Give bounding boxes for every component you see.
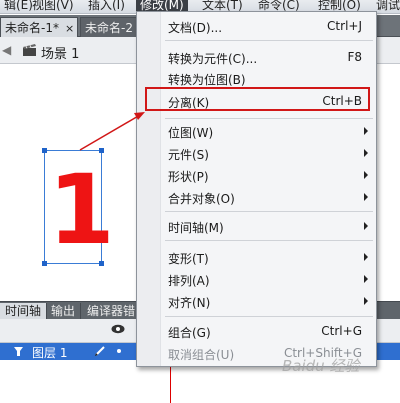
watermark: Baidu 经验 [282, 357, 360, 375]
menu-item-timeline[interactable]: 时间轴(M) [137, 215, 376, 237]
menu-item-label: 排列(A) [168, 274, 210, 288]
menu-item-shortcut: Ctrl+G [321, 324, 362, 338]
layer-icon [14, 347, 23, 356]
menu-item-label: 合并对象(O) [168, 192, 235, 206]
stage-text-object[interactable]: 1 [48, 160, 115, 260]
menu-item-arrange[interactable]: 排列(A) [137, 268, 376, 290]
submenu-arrow-icon [364, 297, 368, 305]
transform-handle[interactable] [42, 148, 47, 153]
menu-item-label: 转换为元件(C)... [168, 52, 258, 66]
menu-item-shortcut: Ctrl+J [327, 19, 362, 33]
menu-item-label: 对齐(N) [168, 296, 211, 310]
menu-separator [165, 240, 373, 241]
submenu-arrow-icon [364, 222, 368, 230]
menu-item-label: 取消组合(U) [168, 348, 235, 362]
modify-menu-dropdown: 文档(D)... Ctrl+J 转换为元件(C)... F8 转换为位图(B) … [136, 11, 377, 367]
menu-item-label: 组合(G) [168, 326, 211, 340]
close-icon[interactable]: × [65, 22, 74, 35]
menu-item-label: 转换为位图(B) [168, 73, 246, 87]
doc-tab-label: 未命名-2 [85, 21, 133, 35]
tab-output[interactable]: 输出 [46, 303, 82, 320]
submenu-arrow-icon [364, 171, 368, 179]
menu-item-label: 形状(P) [168, 170, 209, 184]
menu-item-align[interactable]: 对齐(N) [137, 290, 376, 312]
submenu-arrow-icon [364, 275, 368, 283]
menu-insert[interactable]: 插入(I) [84, 0, 129, 13]
clapperboard-icon [23, 44, 36, 56]
doc-tab-untitled-2[interactable]: 未命名-2 [80, 17, 140, 37]
menu-item-convert-to-symbol[interactable]: 转换为元件(C)... F8 [137, 46, 376, 68]
menu-item-group[interactable]: 组合(G) Ctrl+G [137, 320, 376, 342]
menu-item-label: 文档(D)... [168, 21, 223, 35]
tab-timeline[interactable]: 时间轴 [0, 303, 48, 320]
menu-separator [165, 211, 373, 212]
highlight-box [145, 87, 370, 111]
menu-item-label: 元件(S) [168, 148, 209, 162]
tab-compiler-errors[interactable]: 编译器错 [82, 303, 142, 320]
menu-item-bitmap[interactable]: 位图(W) [137, 120, 376, 142]
menu-separator [165, 40, 373, 41]
submenu-arrow-icon [364, 193, 368, 201]
menu-view[interactable]: 视图(V) [28, 0, 78, 13]
scene-label[interactable]: 场景 1 [41, 43, 79, 62]
menu-item-label: 时间轴(M) [168, 221, 224, 235]
menu-item-shape[interactable]: 形状(P) [137, 164, 376, 186]
visibility-dot-icon[interactable] [117, 349, 121, 353]
menu-item-convert-to-bitmap[interactable]: 转换为位图(B) [137, 67, 376, 89]
menu-separator [165, 316, 373, 317]
back-arrow-icon[interactable]: ◀ [2, 43, 11, 57]
menu-item-document[interactable]: 文档(D)... Ctrl+J [137, 15, 376, 37]
pencil-icon [95, 346, 105, 356]
menu-item-shortcut: F8 [347, 50, 362, 64]
eye-icon[interactable] [111, 324, 125, 334]
menu-item-label: 变形(T) [168, 252, 209, 266]
transform-handle[interactable] [42, 261, 47, 266]
menu-item-symbol[interactable]: 元件(S) [137, 142, 376, 164]
doc-tab-untitled-1[interactable]: 未命名-1* × [0, 17, 78, 37]
submenu-arrow-icon [364, 149, 368, 157]
doc-tab-label: 未命名-1* [5, 21, 59, 35]
submenu-arrow-icon [364, 253, 368, 261]
submenu-arrow-icon [364, 127, 368, 135]
menu-item-transform[interactable]: 变形(T) [137, 246, 376, 268]
menu-item-label: 位图(W) [168, 126, 214, 140]
transform-handle[interactable] [99, 148, 104, 153]
layer-name[interactable]: 图层 1 [32, 344, 67, 361]
menu-item-combine-objects[interactable]: 合并对象(O) [137, 186, 376, 208]
menu-separator [165, 118, 373, 119]
